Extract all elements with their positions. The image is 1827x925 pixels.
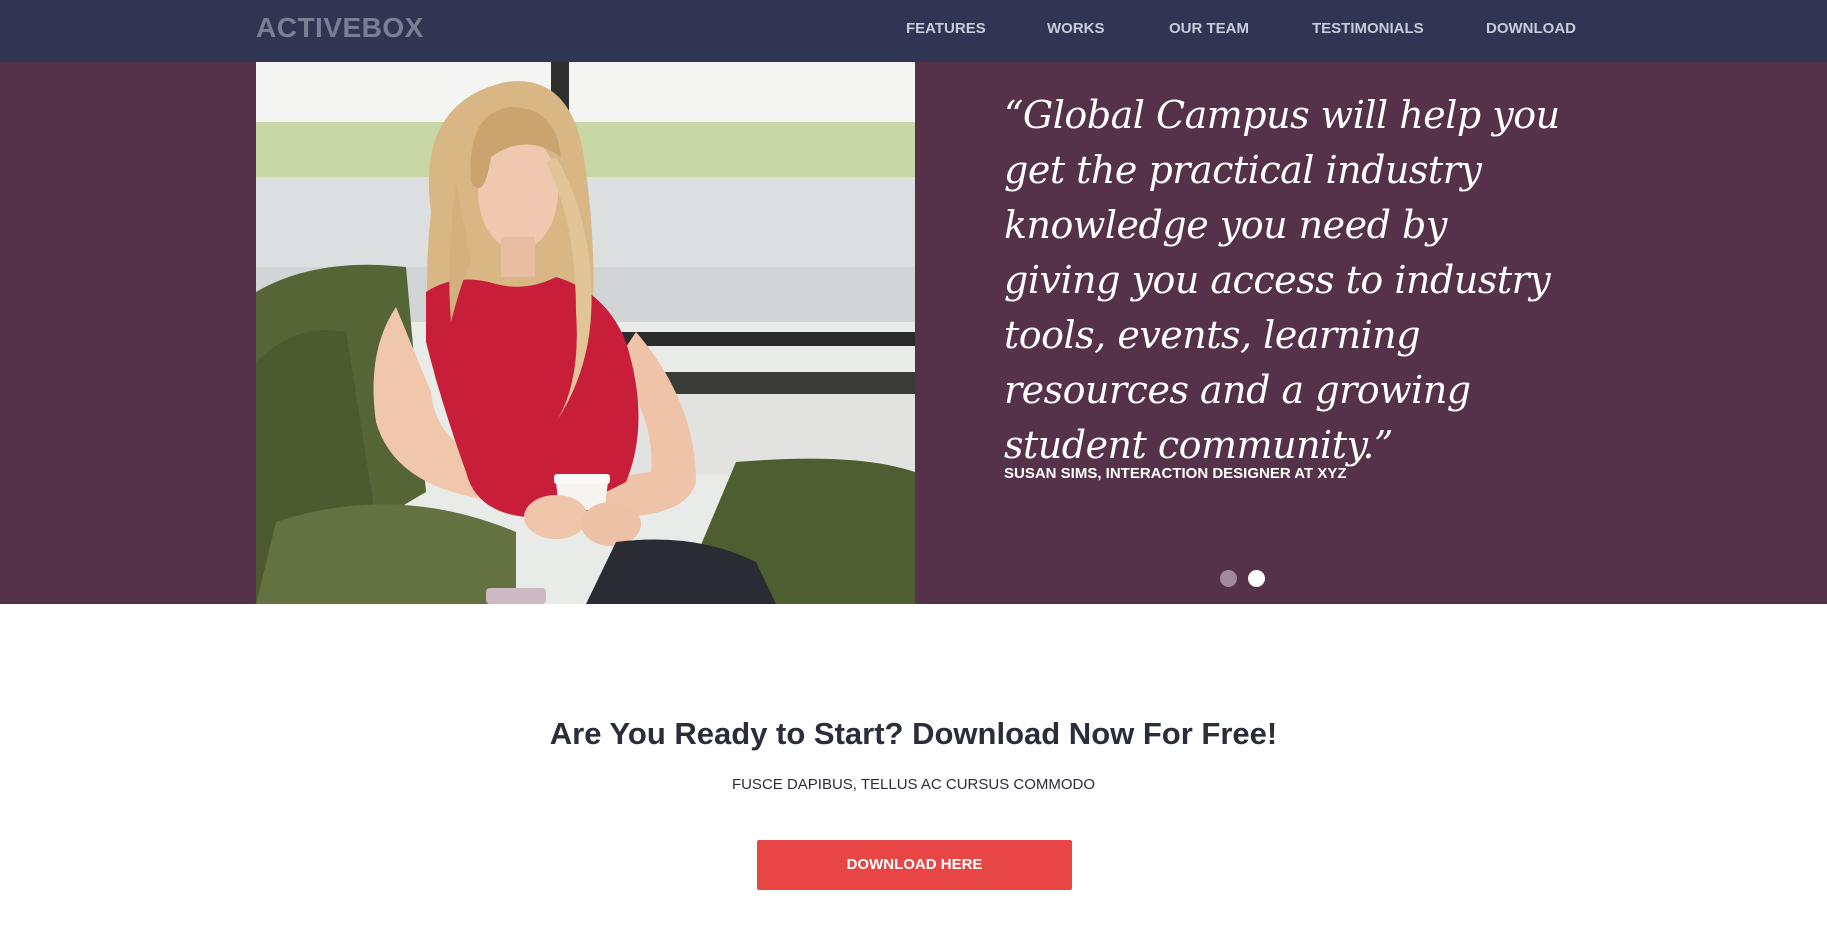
cta-subtitle: FUSCE DAPIBUS, TELLUS AC CURSUS COMMODO (731, 776, 1096, 793)
brand-logo[interactable]: ACTIVEBOX (256, 12, 424, 44)
slider-pagination (1220, 570, 1280, 590)
top-navbar: ACTIVEBOX FEATURES WORKS OUR TEAM TESTIM… (0, 0, 1827, 62)
cta-title: Are You Ready to Start? Download Now For… (549, 716, 1278, 751)
slider-dot-2-active[interactable] (1248, 570, 1265, 587)
nav-item-our-team[interactable]: OUR TEAM (1169, 20, 1249, 38)
nav-item-download[interactable]: DOWNLOAD (1486, 20, 1576, 38)
testimonial-quote: “Global Campus will help you get the pra… (1004, 93, 1560, 467)
testimonial-author: SUSAN SIMS, INTERACTION DESIGNER AT XYZ (1004, 465, 1347, 482)
testimonial-section: “Global Campus will help you get the pra… (0, 62, 1827, 604)
nav-item-works[interactable]: WORKS (1047, 20, 1105, 38)
nav-item-features[interactable]: FEATURES (906, 20, 986, 38)
slider-dot-1[interactable] (1220, 570, 1237, 587)
nav-item-testimonials[interactable]: TESTIMONIALS (1312, 20, 1424, 38)
testimonial-photo (256, 62, 915, 604)
download-here-button[interactable]: DOWNLOAD HERE (757, 840, 1072, 890)
woman-in-armchair-image (256, 62, 915, 604)
